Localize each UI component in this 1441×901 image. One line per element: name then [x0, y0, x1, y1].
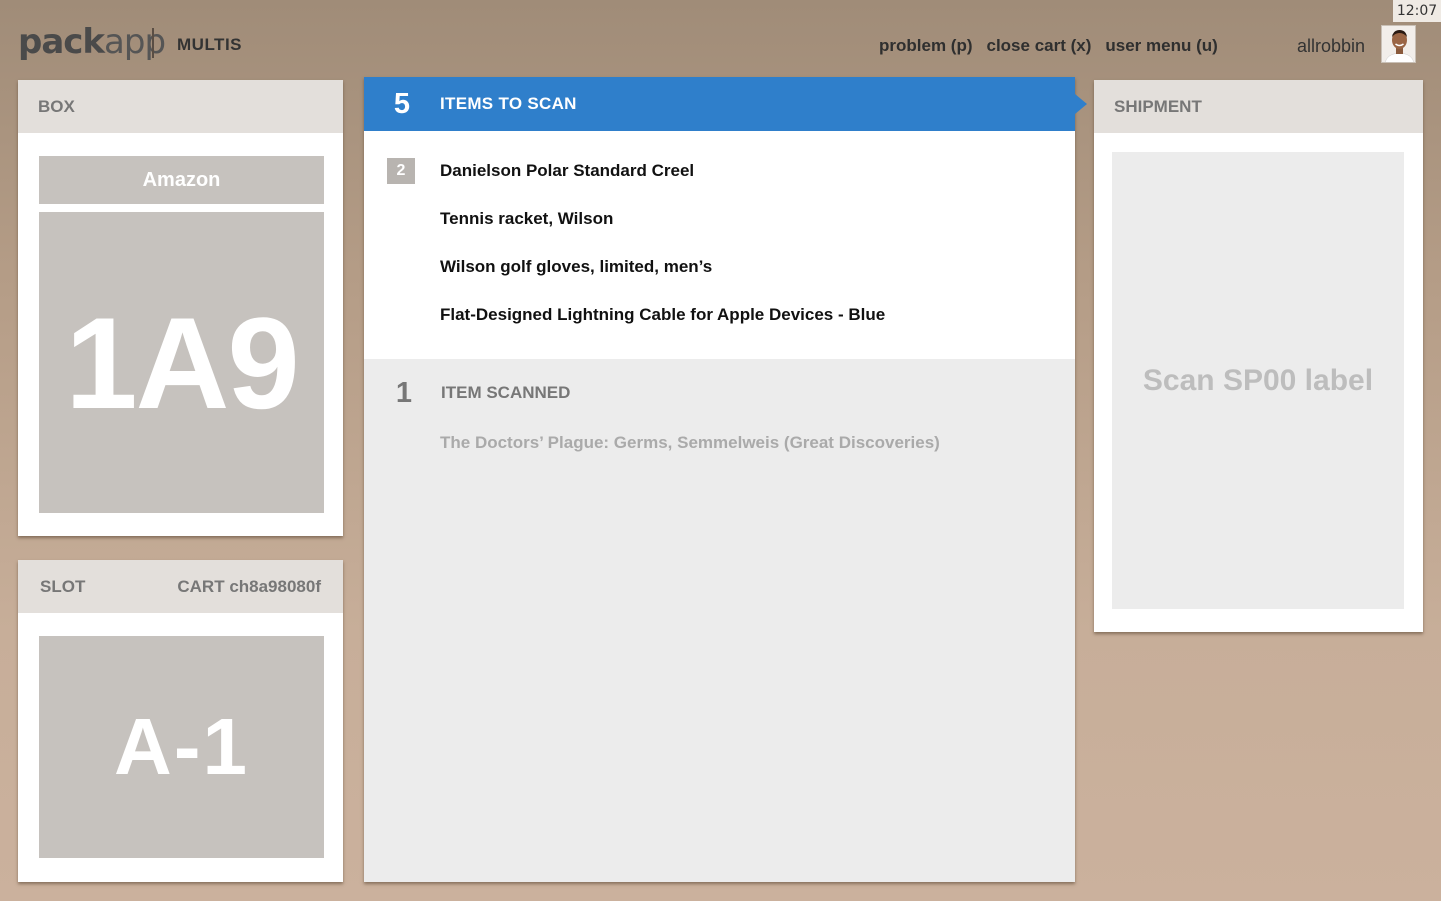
quantity-badge: 2	[387, 158, 415, 184]
list-item[interactable]: Flat-Designed Lightning Cable for Apple …	[364, 291, 1075, 339]
slot-panel-header: SLOT CART ch8a98080f	[18, 560, 343, 613]
items-to-scan-list: 2 Danielson Polar Standard Creel Tennis …	[364, 131, 1075, 359]
item-name: Flat-Designed Lightning Cable for Apple …	[440, 305, 886, 324]
items-to-scan-header: 5 ITEMS TO SCAN	[364, 77, 1087, 131]
box-carrier: Amazon	[39, 156, 324, 204]
cart-id: CART ch8a98080f	[177, 576, 321, 596]
avatar[interactable]	[1381, 25, 1416, 63]
scan-label-prompt: Scan SP00 label	[1112, 152, 1404, 609]
close-cart-menu[interactable]: close cart (x)	[987, 36, 1092, 56]
box-panel: BOX Amazon 1A9	[18, 80, 343, 536]
scanned-list-item[interactable]: The Doctors’ Plague: Germs, Semmelweis (…	[440, 433, 940, 453]
logo-light: app	[104, 22, 166, 62]
slot-code: A-1	[39, 636, 324, 858]
items-to-scan-title: ITEMS TO SCAN	[440, 94, 577, 113]
box-panel-title: BOX	[18, 80, 343, 133]
shipment-panel-title: SHIPMENT	[1094, 80, 1423, 133]
username[interactable]: allrobbin	[1297, 36, 1365, 57]
mode-label: MULTIS	[177, 35, 243, 54]
logo-divider	[152, 28, 154, 58]
logo-bold: pack	[18, 22, 105, 62]
box-code: 1A9	[39, 212, 324, 513]
item-scanned-title: ITEM SCANNED	[441, 383, 571, 402]
slot-panel-title: SLOT	[40, 576, 86, 596]
slot-panel: SLOT CART ch8a98080f A-1	[18, 560, 343, 882]
list-item[interactable]: Wilson golf gloves, limited, men’s	[364, 243, 1075, 291]
list-item[interactable]: 2 Danielson Polar Standard Creel	[364, 147, 1075, 195]
user-menu[interactable]: user menu (u)	[1105, 36, 1217, 56]
item-scanned-header: 1 ITEM SCANNED	[364, 373, 1075, 413]
item-scanned-count: 1	[395, 376, 413, 409]
list-item[interactable]: Tennis racket, Wilson	[364, 195, 1075, 243]
app-logo: packapp	[18, 22, 166, 62]
item-name: Tennis racket, Wilson	[440, 209, 614, 228]
clock: 12:07	[1393, 0, 1441, 22]
item-name: Danielson Polar Standard Creel	[440, 161, 695, 180]
top-menu: problem (p) close cart (x) user menu (u)	[879, 36, 1218, 56]
items-panel: 5 ITEMS TO SCAN 2 Danielson Polar Standa…	[364, 77, 1087, 882]
item-name: Wilson golf gloves, limited, men’s	[440, 257, 713, 276]
problem-menu[interactable]: problem (p)	[879, 36, 973, 56]
shipment-panel: SHIPMENT Scan SP00 label	[1094, 80, 1423, 632]
items-to-scan-count: 5	[393, 87, 411, 120]
